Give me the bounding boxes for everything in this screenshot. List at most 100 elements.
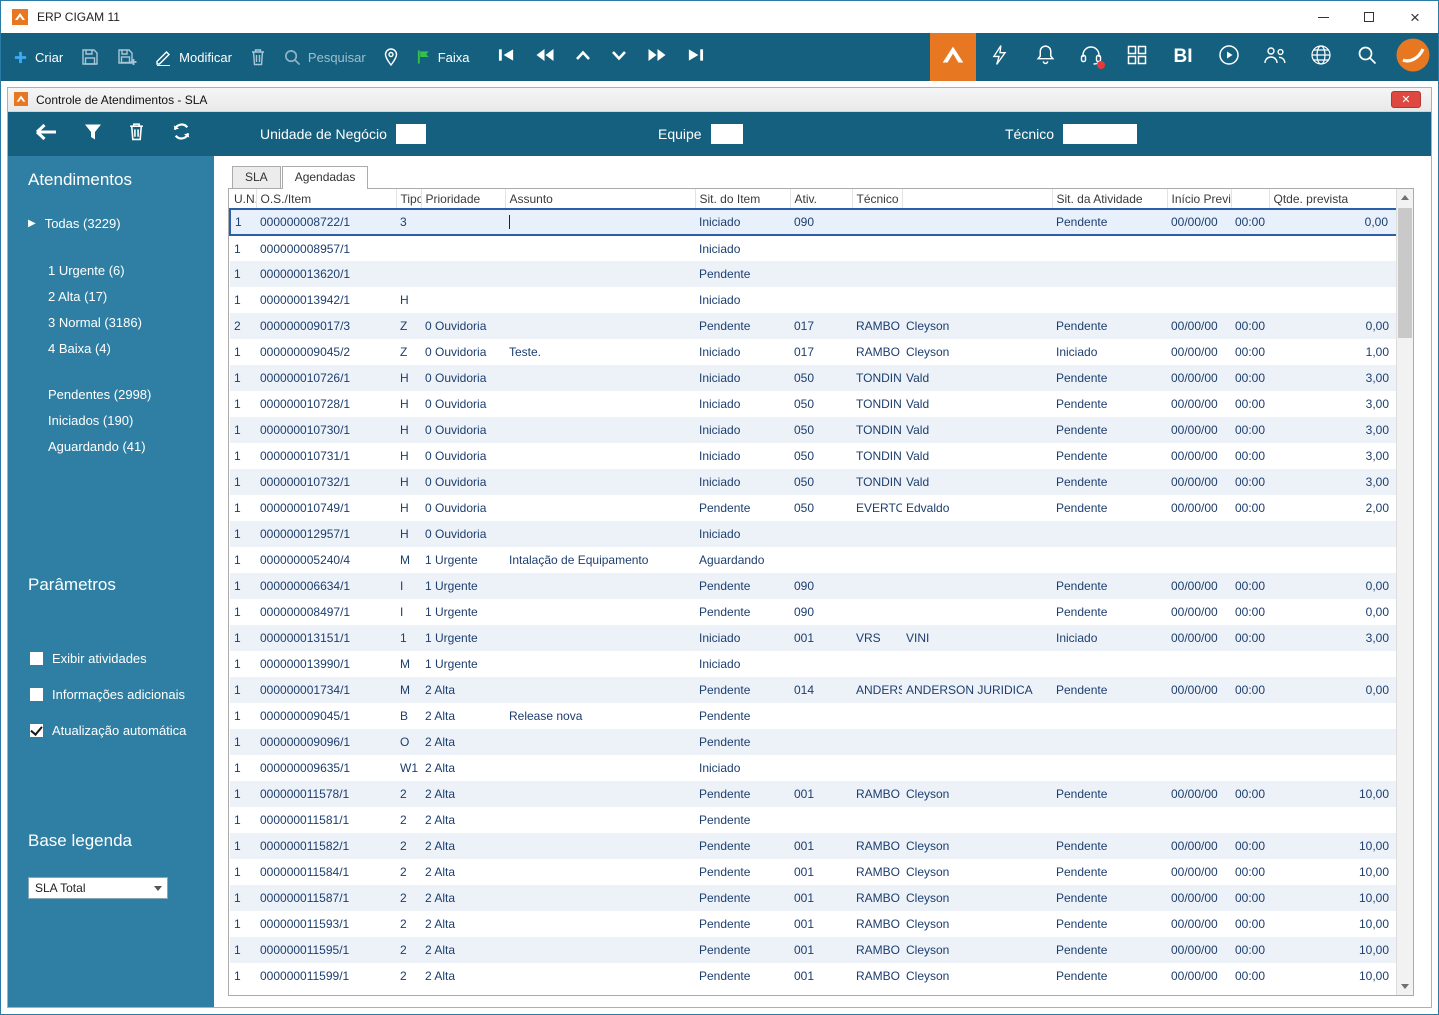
nav-first-icon[interactable]	[498, 48, 515, 67]
sidebar-item-status-2[interactable]: Aguardando (41)	[48, 439, 214, 454]
table-row[interactable]: 1 000000005240/4 M 1 Urgente Intalação de Eq…	[230, 547, 1397, 573]
maximize-button[interactable]	[1346, 1, 1392, 33]
nav-up-icon[interactable]	[575, 48, 591, 66]
table-row[interactable]: 1 000000010726/1 H 0 Ouvidoria Iniciado 050 TO…	[230, 365, 1397, 391]
nav-prev-page-icon[interactable]	[535, 48, 555, 67]
scroll-up-button[interactable]	[1397, 189, 1413, 206]
filter-button[interactable]	[84, 123, 102, 146]
sidebar-item-status-1[interactable]: Iniciados (190)	[48, 413, 214, 428]
table-row[interactable]: 1 000000006634/1 I 1 Urgente Pendente 090 Pend…	[230, 573, 1397, 599]
table-row[interactable]: 1 000000011599/1 2 2 Alta Pendente 001 RAMBO Cl…	[230, 963, 1397, 989]
modificar-button[interactable]: Modificar	[155, 49, 232, 66]
vertical-scrollbar[interactable]	[1396, 189, 1413, 995]
col-header-un[interactable]: U.N.	[230, 189, 257, 210]
refresh-button[interactable]	[171, 121, 192, 147]
table-row[interactable]: 1 000000008497/1 I 1 Urgente Pendente 090 Pend…	[230, 599, 1397, 625]
col-header-tecnico[interactable]: Técnico	[852, 189, 903, 210]
table-row[interactable]: 1 000000011578/1 2 2 Alta Pendente 001 RAMBO Cl…	[230, 781, 1397, 807]
col-header-ativ[interactable]: Ativ.	[790, 189, 853, 210]
close-button[interactable]: ×	[1392, 1, 1438, 33]
table-row[interactable]: 1 000000011593/1 2 2 Alta Pendente 001 RAMBO Cl…	[230, 911, 1397, 937]
col-header-tipo[interactable]: Tipo	[396, 189, 422, 210]
col-header-sit-atividade[interactable]: Sit. da Atividade	[1052, 189, 1168, 210]
quick-actions-button[interactable]	[976, 33, 1022, 81]
sidebar-item-status-0[interactable]: Pendentes (2998)	[48, 387, 214, 402]
scroll-down-button[interactable]	[1397, 978, 1413, 995]
col-header-hora[interactable]	[1231, 189, 1270, 210]
table-row[interactable]: 1 000000011584/1 2 2 Alta Pendente 001 RAMBO Cl…	[230, 859, 1397, 885]
col-header-inicio-previsto[interactable]: Início Previsto	[1167, 189, 1232, 210]
table-row[interactable]: 1 000000011587/1 2 2 Alta Pendente 001 RAMBO Cl…	[230, 885, 1397, 911]
sidebar-item-todas[interactable]: ▶ Todas (3229)	[28, 216, 214, 231]
table-row[interactable]: 1 000000010732/1 H 0 Ouvidoria Iniciado 050 TO…	[230, 469, 1397, 495]
col-header-sit-item[interactable]: Sit. do Item	[695, 189, 791, 210]
minimize-button[interactable]	[1300, 1, 1346, 33]
tab-agendadas[interactable]: Agendadas	[281, 166, 369, 189]
sidebar-item-priority-0[interactable]: 1 Urgente (6)	[48, 263, 214, 278]
base-legenda-select[interactable]: SLA Total	[28, 877, 168, 899]
nav-next-page-icon[interactable]	[647, 48, 667, 67]
table-row[interactable]: 1 000000008957/1 Iniciado	[230, 235, 1397, 261]
table-row[interactable]: 1 000000010730/1 H 0 Ouvidoria Iniciado 050 TO…	[230, 417, 1397, 443]
table-row[interactable]: 1 000000008722/1 3 Iniciado 090 Pendente 00/00…	[229, 208, 1398, 236]
table-row[interactable]: 1 000000009045/2 Z 0 Ouvidoria Teste. Iniciad…	[230, 339, 1397, 365]
table-row[interactable]: 1 000000012957/1 H 0 Ouvidoria Iniciado	[230, 521, 1397, 547]
save-button[interactable]	[81, 48, 99, 66]
global-search-button[interactable]	[1344, 33, 1390, 81]
table-row[interactable]: 1 000000013151/1 1 1 Urgente Iniciado 001 VRS V…	[230, 625, 1397, 651]
table-row[interactable]: 1 000000013942/1 H Iniciado	[230, 287, 1397, 313]
web-button[interactable]	[1298, 33, 1344, 81]
nav-down-icon[interactable]	[611, 48, 627, 66]
table-row[interactable]: 1 000000013990/1 M 1 Urgente Iniciado	[230, 651, 1397, 677]
table-row[interactable]: 1 000000010749/1 H 0 Ouvidoria Pendente 050 EV…	[230, 495, 1397, 521]
checkbox-unchecked-icon[interactable]	[30, 688, 43, 701]
back-button[interactable]	[34, 123, 58, 146]
location-button[interactable]	[384, 48, 398, 66]
parametro-checkbox-0[interactable]: Exibir atividades	[30, 651, 214, 666]
table-row[interactable]: 1 000000013620/1 Pendente	[230, 261, 1397, 287]
table-row[interactable]: 1 000000010731/1 H 0 Ouvidoria Iniciado 050 TO…	[230, 443, 1397, 469]
col-header-os-item[interactable]: O.S./Item	[256, 189, 397, 210]
col-header-prioridade[interactable]: Prioridade	[421, 189, 506, 210]
unidade-input[interactable]	[395, 124, 426, 144]
checkbox-unchecked-icon[interactable]	[30, 652, 43, 665]
bi-button[interactable]: BI	[1160, 33, 1206, 81]
sidebar-item-priority-3[interactable]: 4 Baixa (4)	[48, 341, 214, 356]
col-header-qtde-prevista[interactable]: Qtde. prevista	[1269, 189, 1397, 210]
table-row[interactable]: 1 000000009096/1 O 2 Alta Pendente	[230, 729, 1397, 755]
child-close-button[interactable]: ✕	[1391, 91, 1421, 108]
notifications-button[interactable]	[1022, 33, 1068, 81]
parametro-checkbox-1[interactable]: Informações adicionais	[30, 687, 214, 702]
sidebar-item-priority-2[interactable]: 3 Normal (3186)	[48, 315, 214, 330]
profile-button[interactable]	[1390, 33, 1436, 81]
tecnico-input[interactable]	[1063, 124, 1138, 144]
table-row[interactable]: 2 000000009017/3 Z 0 Ouvidoria Pendente 017 RA…	[230, 313, 1397, 339]
parametro-checkbox-2[interactable]: Atualização automática	[30, 723, 214, 738]
equipe-input[interactable]	[710, 124, 743, 144]
nav-last-icon[interactable]	[687, 48, 704, 67]
scroll-thumb[interactable]	[1398, 208, 1412, 338]
criar-button[interactable]: Criar	[13, 50, 63, 65]
table-row[interactable]: 1 000000009635/1 W1 2 Alta Iniciado	[230, 755, 1397, 781]
tab-sla[interactable]: SLA	[232, 166, 281, 188]
cigam-home-button[interactable]	[930, 33, 976, 81]
table-row[interactable]: 1 000000010728/1 H 0 Ouvidoria Iniciado 050 TO…	[230, 391, 1397, 417]
col-header-assunto[interactable]: Assunto	[505, 189, 696, 210]
table-row[interactable]: 1 000000011582/1 2 2 Alta Pendente 001 RAMBO Cl…	[230, 833, 1397, 859]
checkbox-checked-icon[interactable]	[30, 724, 43, 737]
table-row[interactable]: 1 000000011595/1 2 2 Alta Pendente 001 RAMBO Cl…	[230, 937, 1397, 963]
col-header-tecnico-nome[interactable]	[902, 189, 1053, 210]
apps-grid-button[interactable]	[1114, 33, 1160, 81]
clear-filter-button[interactable]	[128, 122, 145, 146]
support-chat-button[interactable]	[1068, 33, 1114, 81]
table-row[interactable]: 1 000000009045/1 B 2 Alta Release nova Penden…	[230, 703, 1397, 729]
table-row[interactable]: 1 000000011581/1 2 2 Alta Pendente	[230, 807, 1397, 833]
media-button[interactable]	[1206, 33, 1252, 81]
sidebar-item-priority-1[interactable]: 2 Alta (17)	[48, 289, 214, 304]
users-button[interactable]	[1252, 33, 1298, 81]
faixa-button[interactable]: Faixa	[416, 49, 470, 65]
table-row[interactable]: 1 000000001734/1 M 2 Alta Pendente 014 ANDERS A…	[230, 677, 1397, 703]
delete-button[interactable]	[250, 48, 266, 66]
pesquisar-button[interactable]: Pesquisar	[284, 49, 366, 66]
save-new-button[interactable]	[117, 48, 137, 66]
